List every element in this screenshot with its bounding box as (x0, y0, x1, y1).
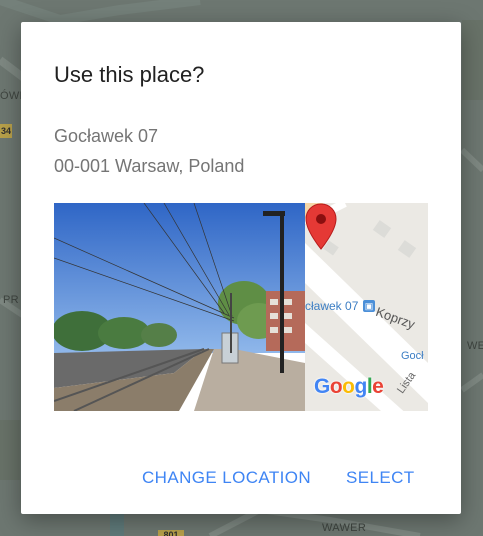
bus-stop-icon: ▣ (363, 300, 375, 312)
use-place-dialog: Use this place? Gocławek 07 00-001 Warsa… (21, 22, 461, 514)
map-thumbnail[interactable]: cławek 07 ▣ Koprzy Gocł Lista Google (305, 203, 428, 411)
address-name: Gocławek 07 (54, 126, 159, 146)
dialog-actions: CHANGE LOCATION SELECT (21, 458, 461, 498)
background-map-label: WAWER (322, 522, 367, 534)
place-address: Gocławek 07 00-001 Warsaw, Poland (54, 121, 244, 181)
google-logo-letter: G (314, 375, 330, 398)
location-pin-icon (305, 203, 337, 250)
google-logo-letter: g (354, 375, 368, 398)
screen: ÓWE 34 PR WE WAWER 801 Use this place? G… (0, 0, 483, 536)
background-map-label: PR (3, 294, 19, 306)
place-preview: cławek 07 ▣ Koprzy Gocł Lista Google (54, 203, 428, 411)
change-location-button[interactable]: CHANGE LOCATION (134, 458, 319, 498)
map-street-label: Gocł (401, 350, 424, 362)
street-view-image[interactable] (54, 203, 305, 411)
google-logo: Google (314, 375, 384, 399)
google-logo-letter: e (372, 375, 384, 398)
select-button[interactable]: SELECT (338, 458, 423, 498)
road-shield: 801 (158, 530, 184, 536)
dialog-title: Use this place? (54, 62, 205, 87)
google-logo-letter: o (329, 375, 343, 398)
road-shield: 34 (0, 124, 12, 138)
address-postal-line: 00-001 Warsaw, Poland (54, 156, 245, 176)
google-logo-letter: o (342, 375, 355, 398)
background-map-label: WE (467, 340, 483, 352)
map-stop-label: cławek 07 (305, 299, 359, 313)
